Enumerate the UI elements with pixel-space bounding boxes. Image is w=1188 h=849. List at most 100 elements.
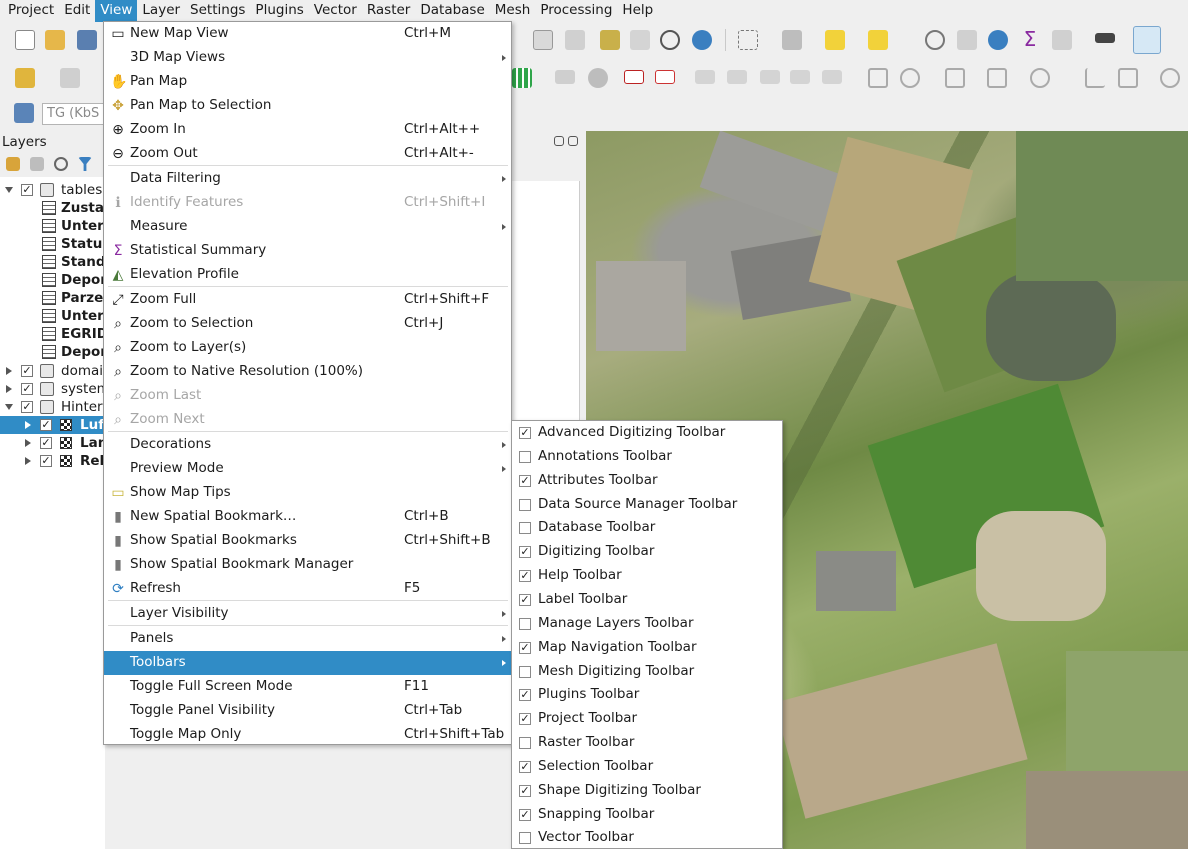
view-menu-item-3d-map-views[interactable]: 3D Map Views bbox=[104, 46, 511, 70]
view-menu-item-refresh[interactable]: ⟳ Refresh F5 bbox=[104, 577, 511, 601]
refresh-toolbar-icon[interactable] bbox=[692, 30, 712, 50]
toolbar-checkbox[interactable] bbox=[519, 617, 531, 630]
expand-arrow-icon[interactable] bbox=[25, 421, 31, 429]
label-highlight-icon[interactable] bbox=[624, 70, 644, 84]
layer-group-row[interactable]: ✓ Hinter bbox=[0, 398, 105, 416]
layer-row[interactable]: Status bbox=[0, 235, 105, 253]
filter-funnel-icon[interactable] bbox=[78, 157, 92, 171]
digitize-shape-icon[interactable] bbox=[868, 68, 888, 88]
field-calculator-icon[interactable] bbox=[1052, 30, 1072, 50]
layer-checkbox[interactable]: ✓ bbox=[40, 419, 52, 431]
toolbar-toggle-advanced-digitizing-toolbar[interactable]: ✓ Advanced Digitizing Toolbar bbox=[512, 421, 782, 445]
view-menu-item-panels[interactable]: Panels bbox=[104, 627, 511, 651]
menu-layer[interactable]: Layer bbox=[137, 0, 185, 22]
select-by-location-icon[interactable] bbox=[868, 30, 888, 50]
toolbar-toggle-database-toolbar[interactable]: Database Toolbar bbox=[512, 516, 782, 540]
print-layout-icon[interactable] bbox=[533, 30, 553, 50]
toolbar-checkbox[interactable]: ✓ bbox=[519, 713, 531, 726]
label-pin-all-icon[interactable] bbox=[790, 70, 810, 84]
layer-checkbox[interactable]: ✓ bbox=[40, 437, 52, 449]
view-menu-item-toggle-full-screen-mode[interactable]: Toggle Full Screen Mode F11 bbox=[104, 675, 511, 699]
toolbar-toggle-snapping-toolbar[interactable]: ✓ Snapping Toolbar bbox=[512, 803, 782, 827]
menu-raster[interactable]: Raster bbox=[362, 0, 416, 22]
toolbar-toggle-map-navigation-toolbar[interactable]: ✓ Map Navigation Toolbar bbox=[512, 636, 782, 660]
expand-arrow-icon[interactable] bbox=[6, 385, 12, 393]
expand-arrow-icon[interactable] bbox=[6, 367, 12, 375]
expand-arrow-icon[interactable] bbox=[5, 187, 13, 193]
menu-mesh[interactable]: Mesh bbox=[490, 0, 536, 22]
label-unpin-icon[interactable] bbox=[822, 70, 842, 84]
label-abc-icon[interactable] bbox=[555, 70, 575, 84]
view-menu-item-zoom-out[interactable]: ⊖ Zoom Out Ctrl+Alt+- bbox=[104, 142, 511, 166]
layer-row-selected[interactable]: ✓ Luf bbox=[0, 416, 105, 434]
layer-row[interactable]: Zustae bbox=[0, 199, 105, 217]
toolbar-checkbox[interactable]: ✓ bbox=[519, 760, 531, 773]
layer-row[interactable]: Depon bbox=[0, 343, 105, 361]
view-menu-item-new-spatial-bookmark[interactable]: ▮ New Spatial Bookmark… Ctrl+B bbox=[104, 505, 511, 529]
close-panel-icon[interactable] bbox=[568, 136, 578, 146]
toolbar-toggle-shape-digitizing-toolbar[interactable]: ✓ Shape Digitizing Toolbar bbox=[512, 779, 782, 803]
view-menu-item-zoom-full[interactable]: ⤢ Zoom Full Ctrl+Shift+F bbox=[104, 288, 511, 312]
view-menu-item-show-map-tips[interactable]: ▭ Show Map Tips bbox=[104, 481, 511, 505]
toolbar-checkbox[interactable] bbox=[519, 737, 531, 750]
layer-checkbox[interactable]: ✓ bbox=[40, 455, 52, 467]
toolbar-checkbox[interactable]: ✓ bbox=[519, 784, 531, 797]
bookmarks-list-icon[interactable] bbox=[630, 30, 650, 50]
menu-edit[interactable]: Edit bbox=[59, 0, 95, 22]
toolbar-checkbox[interactable] bbox=[519, 522, 531, 535]
view-menu-item-show-spatial-bookmarks[interactable]: ▮ Show Spatial Bookmarks Ctrl+Shift+B bbox=[104, 529, 511, 553]
view-menu-item-toggle-panel-visibility[interactable]: Toggle Panel Visibility Ctrl+Tab bbox=[104, 699, 511, 723]
menu-project[interactable]: Project bbox=[3, 0, 59, 22]
toolbar-checkbox[interactable] bbox=[519, 665, 531, 678]
grid-icon[interactable] bbox=[512, 68, 532, 88]
attribute-table-icon[interactable] bbox=[782, 30, 802, 50]
toolbar-checkbox[interactable]: ✓ bbox=[519, 546, 531, 559]
view-menu-item-data-filtering[interactable]: Data Filtering bbox=[104, 167, 511, 191]
layer-group-row[interactable]: ✓ tables bbox=[0, 181, 105, 199]
toolbar-toggle-annotations-toolbar[interactable]: Annotations Toolbar bbox=[512, 445, 782, 469]
toolbar-checkbox[interactable]: ✓ bbox=[519, 641, 531, 654]
layer-checkbox[interactable]: ✓ bbox=[21, 401, 33, 413]
visibility-eye-icon[interactable] bbox=[54, 157, 68, 171]
toolbar-toggle-mesh-digitizing-toolbar[interactable]: Mesh Digitizing Toolbar bbox=[512, 660, 782, 684]
view-menu-item-show-spatial-bookmark-manager[interactable]: ▮ Show Spatial Bookmark Manager bbox=[104, 553, 511, 577]
view-menu-item-pan-map-to-selection[interactable]: ✥ Pan Map to Selection bbox=[104, 94, 511, 118]
toolbar-toggle-label-toolbar[interactable]: ✓ Label Toolbar bbox=[512, 588, 782, 612]
layer-checkbox[interactable]: ✓ bbox=[21, 365, 33, 377]
layer-checkbox[interactable]: ✓ bbox=[21, 383, 33, 395]
toolbar-checkbox[interactable]: ✓ bbox=[519, 474, 531, 487]
view-menu-item-statistical-summary[interactable]: Σ Statistical Summary bbox=[104, 239, 511, 263]
menu-vector[interactable]: Vector bbox=[309, 0, 362, 22]
label-change-icon[interactable] bbox=[760, 70, 780, 84]
new-project-icon[interactable] bbox=[15, 30, 35, 50]
toolbar-checkbox[interactable]: ✓ bbox=[519, 808, 531, 821]
statistics-sigma-icon[interactable]: Σ bbox=[1020, 29, 1040, 49]
calculator-icon[interactable] bbox=[957, 30, 977, 50]
layer-row[interactable]: Unters bbox=[0, 217, 105, 235]
toolbar-toggle-attributes-toolbar[interactable]: ✓ Attributes Toolbar bbox=[512, 469, 782, 493]
toolbar-toggle-plugins-toolbar[interactable]: ✓ Plugins Toolbar bbox=[512, 683, 782, 707]
view-menu-item-zoom-to-layer-s[interactable]: ⌕ Zoom to Layer(s) bbox=[104, 336, 511, 360]
view-menu-item-layer-visibility[interactable]: Layer Visibility bbox=[104, 602, 511, 626]
toolbar-toggle-digitizing-toolbar[interactable]: ✓ Digitizing Toolbar bbox=[512, 540, 782, 564]
digitize-polygon-icon[interactable] bbox=[945, 68, 965, 88]
menu-plugins[interactable]: Plugins bbox=[250, 0, 308, 22]
view-menu-item-zoom-last[interactable]: ⌕ Zoom Last bbox=[104, 384, 511, 408]
open-project-icon[interactable] bbox=[45, 30, 65, 50]
toolbar-checkbox[interactable]: ✓ bbox=[519, 593, 531, 606]
layer-checkbox[interactable]: ✓ bbox=[21, 184, 33, 196]
layer-row[interactable]: Stando bbox=[0, 253, 105, 271]
layer-row[interactable]: Parzel bbox=[0, 289, 105, 307]
snapping-magnet-icon[interactable] bbox=[1160, 68, 1180, 88]
edit-pencil-icon[interactable] bbox=[60, 68, 80, 88]
map-tips-toolbar-icon[interactable] bbox=[1133, 26, 1161, 54]
toolbar-checkbox[interactable]: ✓ bbox=[519, 689, 531, 702]
label-show-icon[interactable] bbox=[655, 70, 675, 84]
deselect-icon[interactable] bbox=[825, 30, 845, 50]
expand-arrow-icon[interactable] bbox=[25, 439, 31, 447]
temporal-clock-icon[interactable] bbox=[660, 30, 680, 50]
digitize-ellipse-icon[interactable] bbox=[1030, 68, 1050, 88]
data-source-icon[interactable] bbox=[15, 68, 35, 88]
toolbar-toggle-manage-layers-toolbar[interactable]: Manage Layers Toolbar bbox=[512, 612, 782, 636]
view-menu-item-zoom-next[interactable]: ⌕ Zoom Next bbox=[104, 408, 511, 432]
